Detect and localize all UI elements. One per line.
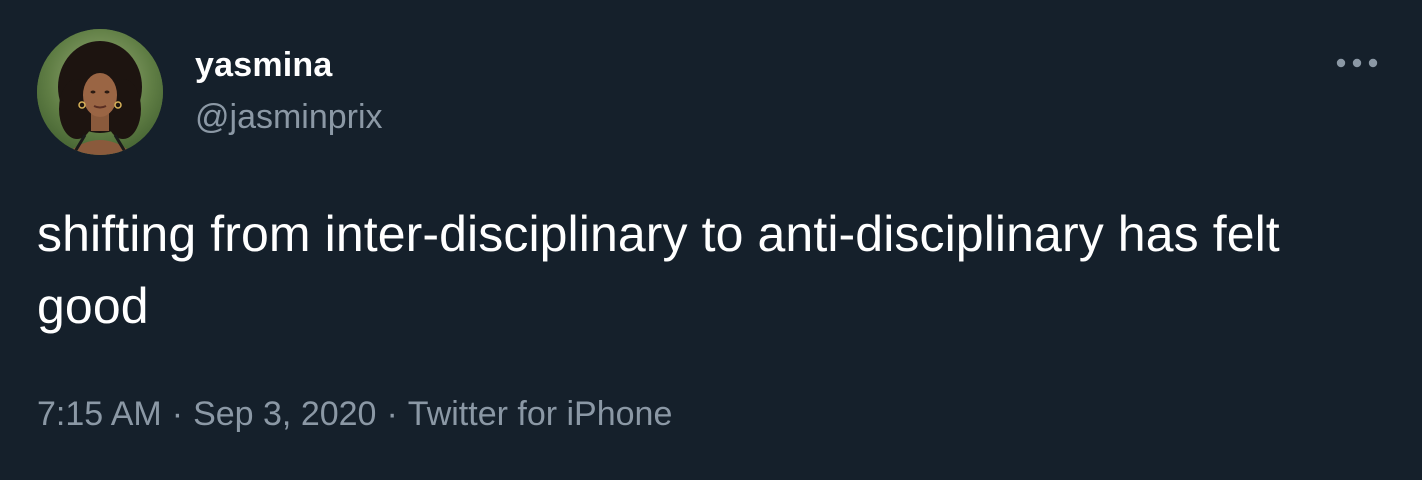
tweet-metadata: 7:15 AM · Sep 3, 2020 · Twitter for iPhone [37,390,672,438]
tweet-timestamp-link[interactable]: 7:15 AM · Sep 3, 2020 [37,395,376,433]
avatar[interactable] [37,29,163,155]
tweet-text: shifting from inter-disciplinary to anti… [37,206,1280,334]
author-identity: yasmina @jasminprix [195,43,383,139]
more-options-button[interactable] [1329,43,1385,83]
tweet-date: Sep 3, 2020 [193,395,377,433]
tweet-time: 7:15 AM [37,395,162,433]
author-display-name[interactable]: yasmina [195,43,383,87]
tweet-source-link[interactable]: Twitter for iPhone [408,395,673,433]
separator: · [171,395,184,433]
more-options-icon [1336,58,1378,68]
separator: · [386,395,398,433]
author-handle[interactable]: @jasminprix [195,95,383,139]
profile-photo-icon [37,29,163,155]
tweet-header: yasmina @jasminprix [37,29,1385,155]
tweet-card: yasmina @jasminprix shifting from inter-… [0,0,1422,480]
